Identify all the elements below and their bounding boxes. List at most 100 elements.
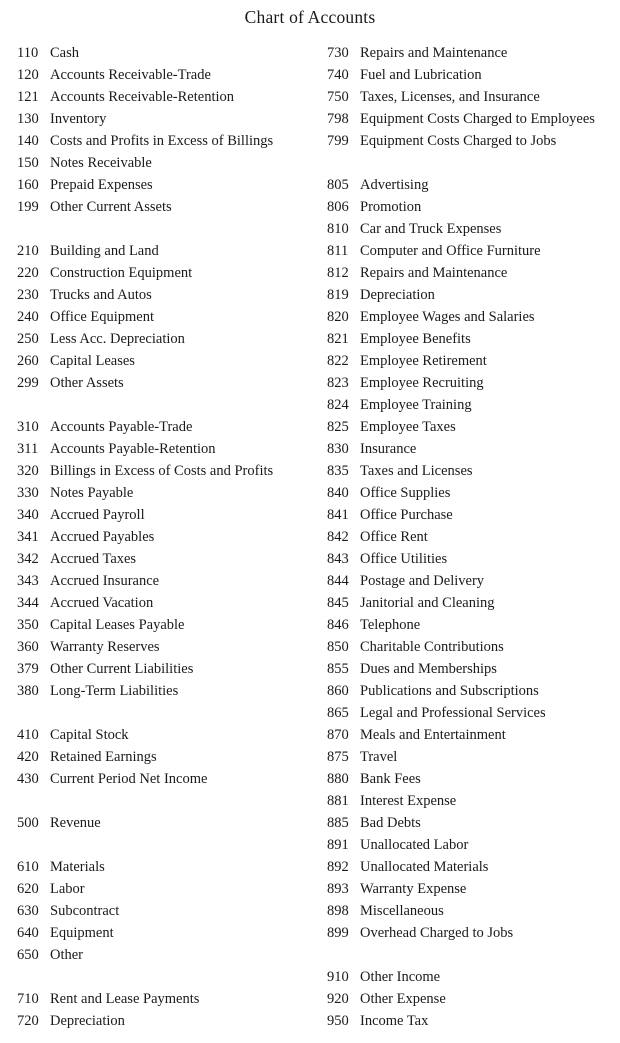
account-name: Employee Wages and Salaries: [360, 309, 535, 325]
account-row: 841 Office Purchase: [327, 504, 620, 526]
account-name: Notes Payable: [50, 485, 134, 501]
account-row: 130 Inventory: [17, 108, 310, 130]
account-code: 950: [327, 1013, 349, 1029]
account-row: 892 Unallocated Materials: [327, 856, 620, 878]
account-code: 140: [17, 133, 39, 149]
account-name: Repairs and Maintenance: [360, 45, 508, 61]
account-name: Prepaid Expenses: [50, 177, 153, 193]
account-code: 842: [327, 529, 349, 545]
account-name: Accounts Payable-Trade: [50, 419, 193, 435]
account-row: 750 Taxes, Licenses, and Insurance: [327, 86, 620, 108]
account-row: 360 Warranty Reserves: [17, 636, 310, 658]
account-row: 846 Telephone: [327, 614, 620, 636]
account-code: 898: [327, 903, 349, 919]
account-row: 210 Building and Land: [17, 240, 310, 262]
account-code: 730: [327, 45, 349, 61]
account-row: 844 Postage and Delivery: [327, 570, 620, 592]
account-name: Billings in Excess of Costs and Profits: [50, 463, 274, 479]
account-code: 320: [17, 463, 39, 479]
account-name: Employee Benefits: [360, 331, 471, 347]
account-code: 620: [17, 881, 39, 897]
account-code: 845: [327, 595, 349, 611]
account-code: 830: [327, 441, 349, 457]
account-name: Accounts Receivable-Retention: [50, 89, 235, 105]
account-row: 810 Car and Truck Expenses: [327, 218, 620, 240]
account-row: 250 Less Acc. Depreciation: [17, 328, 310, 350]
account-code: 720: [17, 1013, 39, 1029]
account-row: 824 Employee Training: [327, 394, 620, 416]
account-name: Income Tax: [360, 1013, 429, 1029]
account-row: 340 Accrued Payroll: [17, 504, 310, 526]
account-name: Capital Leases Payable: [50, 617, 185, 633]
account-row: 825 Employee Taxes: [327, 416, 620, 438]
account-code: 822: [327, 353, 349, 369]
account-name: Accrued Vacation: [50, 595, 154, 611]
account-code: 344: [17, 595, 39, 611]
account-group-equipment-costs-continued: 730 Repairs and Maintenance 740 Fuel and Lu…: [327, 42, 620, 152]
account-code: 846: [327, 617, 349, 633]
account-row: 875 Travel: [327, 746, 620, 768]
account-name: Miscellaneous: [360, 903, 444, 919]
account-code: 110: [17, 45, 39, 61]
account-name: Employee Taxes: [360, 419, 456, 435]
account-name: Costs and Profits in Excess of Billings: [50, 133, 274, 149]
account-code: 341: [17, 529, 39, 545]
account-row: 380 Long-Term Liabilities: [17, 680, 310, 702]
account-code: 920: [327, 991, 349, 1007]
account-row: 320 Billings in Excess of Costs and Profi…: [17, 460, 310, 482]
account-row: 950 Income Tax: [327, 1010, 620, 1032]
account-name: Overhead Charged to Jobs: [360, 925, 514, 941]
account-row: 910 Other Income: [327, 966, 620, 988]
account-code: 430: [17, 771, 39, 787]
account-code: 806: [327, 199, 349, 215]
account-row: 630 Subcontract: [17, 900, 310, 922]
account-code: 130: [17, 111, 39, 127]
account-name: Dues and Memberships: [360, 661, 497, 677]
account-group-overhead-expenses: 805 Advertising 806 Promotion 810 Car and Tru…: [327, 174, 620, 944]
account-name: Insurance: [360, 441, 417, 457]
account-name: Car and Truck Expenses: [360, 221, 502, 237]
account-code: 230: [17, 287, 39, 303]
account-code: 340: [17, 507, 39, 523]
account-name: Warranty Expense: [360, 881, 467, 897]
account-code: 860: [327, 683, 349, 699]
account-code: 892: [327, 859, 349, 875]
account-name: Revenue: [50, 815, 101, 831]
account-row: 410 Capital Stock: [17, 724, 310, 746]
account-code: 819: [327, 287, 349, 303]
account-name: Legal and Professional Services: [360, 705, 546, 721]
account-name: Depreciation: [360, 287, 435, 303]
account-row: 342 Accrued Taxes: [17, 548, 310, 570]
account-row: 830 Insurance: [327, 438, 620, 460]
account-name: Charitable Contributions: [360, 639, 504, 655]
account-row: 330 Notes Payable: [17, 482, 310, 504]
account-group-liabilities: 310 Accounts Payable-Trade 311 Accounts Pay…: [17, 416, 310, 702]
account-code: 640: [17, 925, 39, 941]
account-code: 500: [17, 815, 39, 831]
account-name: Notes Receivable: [50, 155, 152, 171]
account-row: 799 Equipment Costs Charged to Jobs: [327, 130, 620, 152]
account-row: 898 Miscellaneous: [327, 900, 620, 922]
accounts-column-right: 730 Repairs and Maintenance 740 Fuel and Lu…: [310, 42, 620, 1032]
account-name: Other Expense: [360, 991, 446, 1007]
account-code: 875: [327, 749, 349, 765]
account-row: 822 Employee Retirement: [327, 350, 620, 372]
account-code: 850: [327, 639, 349, 655]
account-row: 379 Other Current Liabilities: [17, 658, 310, 680]
account-row: 240 Office Equipment: [17, 306, 310, 328]
account-name: Less Acc. Depreciation: [50, 331, 185, 347]
account-name: Employee Retirement: [360, 353, 487, 369]
account-name: Office Supplies: [360, 485, 451, 501]
account-row: 120 Accounts Receivable-Trade: [17, 64, 310, 86]
account-code: 899: [327, 925, 349, 941]
account-name: Accrued Payroll: [50, 507, 145, 523]
account-name: Office Equipment: [50, 309, 155, 325]
account-row: 920 Other Expense: [327, 988, 620, 1010]
account-code: 343: [17, 573, 39, 589]
account-code: 840: [327, 485, 349, 501]
account-name: Cash: [50, 45, 79, 61]
account-name: Other: [50, 947, 84, 963]
account-code: 855: [327, 661, 349, 677]
account-row: 860 Publications and Subscriptions: [327, 680, 620, 702]
account-name: Bad Debts: [360, 815, 421, 831]
